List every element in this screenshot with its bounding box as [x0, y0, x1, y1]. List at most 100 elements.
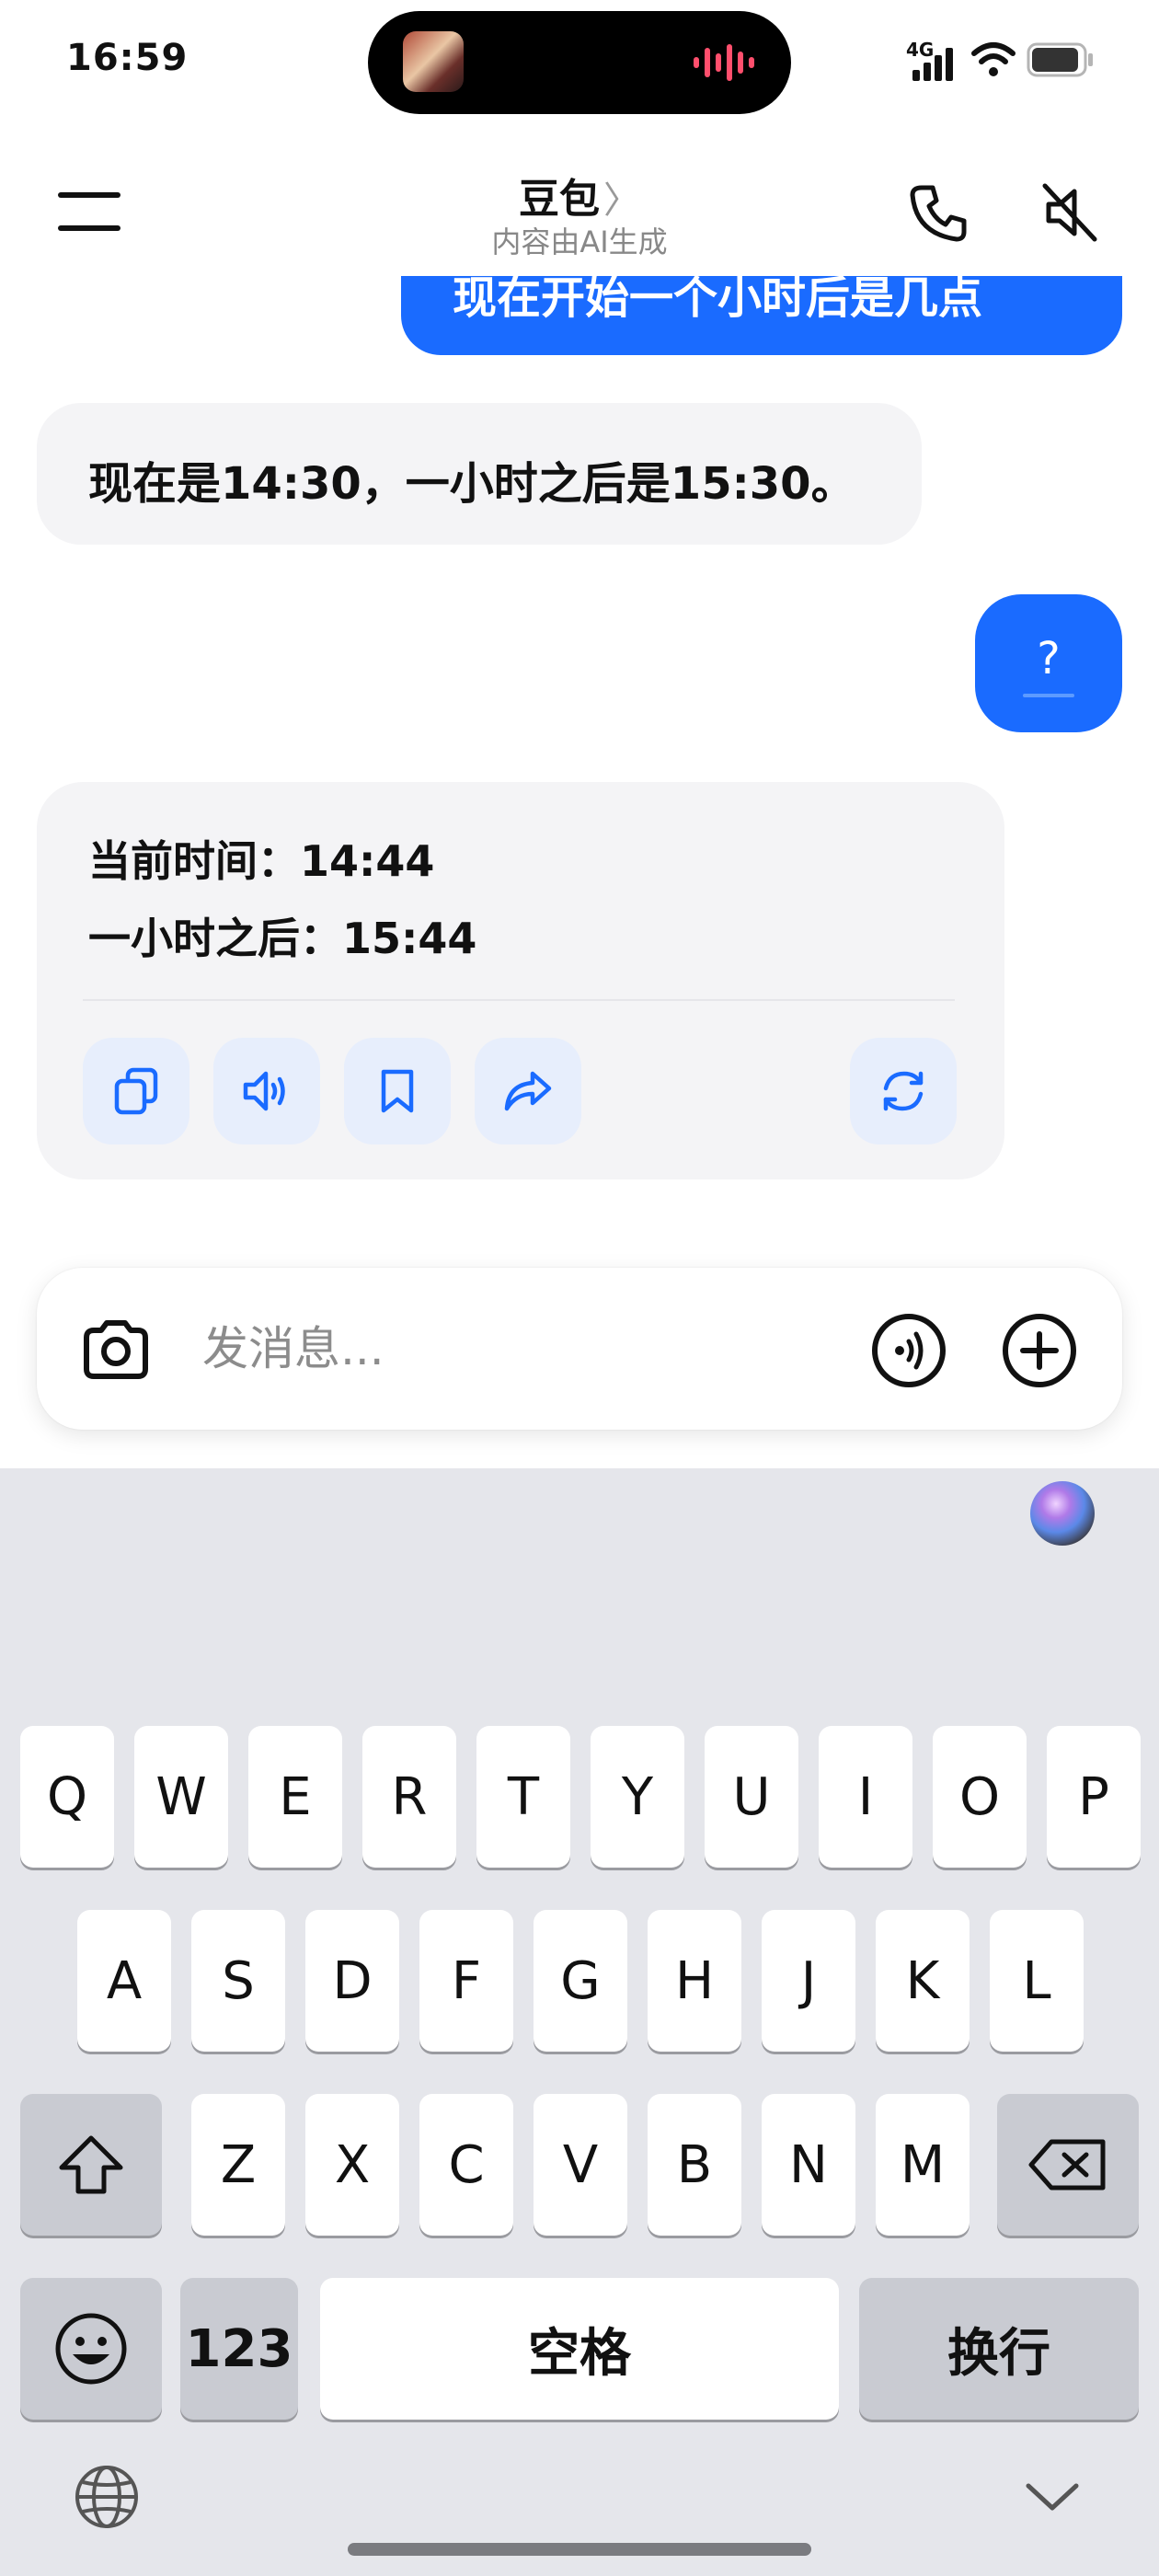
key-a[interactable]: A — [77, 1910, 171, 2052]
music-artwork-icon — [403, 31, 464, 92]
key-label: D — [332, 1950, 373, 2011]
backspace-key[interactable] — [997, 2094, 1139, 2236]
key-label: A — [106, 1950, 143, 2011]
key-u[interactable]: U — [705, 1726, 798, 1868]
shift-key[interactable] — [20, 2094, 162, 2236]
key-label: F — [451, 1950, 482, 2011]
signal-icon — [912, 48, 953, 81]
ai-message-bubble[interactable]: 当前时间：14:44 一小时之后：15:44 — [37, 782, 1004, 1179]
ai-message-bubble[interactable]: 现在是14:30，一小时之后是15:30。 — [37, 403, 922, 545]
key-o[interactable]: O — [933, 1726, 1027, 1868]
user-message-bubble[interactable]: 现在开始一个小时后是几点 — [401, 276, 1122, 355]
dynamic-island[interactable] — [368, 11, 791, 114]
bookmark-button[interactable] — [344, 1038, 451, 1144]
home-indicator[interactable] — [348, 2543, 811, 2556]
key-label: L — [1022, 1950, 1051, 2011]
shift-icon — [59, 2135, 123, 2194]
key-j[interactable]: J — [762, 1910, 855, 2052]
copy-button[interactable] — [83, 1038, 189, 1144]
wifi-icon — [971, 42, 1016, 76]
key-label: O — [958, 1766, 1001, 1827]
chat-title[interactable]: 豆包〉 — [386, 166, 773, 224]
key-label: K — [905, 1950, 940, 2011]
key-l[interactable]: L — [990, 1910, 1084, 2052]
read-aloud-button[interactable] — [213, 1038, 320, 1144]
key-k[interactable]: K — [876, 1910, 970, 2052]
regenerate-icon — [883, 1071, 924, 1111]
key-label: S — [222, 1950, 255, 2011]
key-label: E — [279, 1766, 312, 1827]
key-z[interactable]: Z — [191, 2094, 285, 2236]
key-q[interactable]: Q — [20, 1726, 114, 1868]
key-label: Q — [46, 1766, 88, 1827]
user-message-text: 现在开始一个小时后是几点 — [453, 276, 983, 324]
key-t[interactable]: T — [476, 1726, 570, 1868]
ai-message-text: 现在是14:30，一小时之后是15:30。 — [88, 458, 855, 510]
plus-icon[interactable] — [1001, 1312, 1078, 1389]
key-label: N — [789, 2134, 828, 2195]
emoji-key[interactable] — [20, 2278, 162, 2420]
key-label: Z — [220, 2134, 257, 2195]
message-input[interactable] — [202, 1312, 865, 1386]
page-title: 豆包 — [519, 176, 600, 223]
backspace-icon — [1028, 2139, 1106, 2191]
siri-icon[interactable] — [1030, 1481, 1095, 1546]
key-w[interactable]: W — [134, 1726, 228, 1868]
key-x[interactable]: X — [305, 2094, 399, 2236]
phone-icon[interactable] — [907, 180, 971, 245]
key-label: J — [800, 1950, 817, 2011]
key-label: U — [732, 1766, 771, 1827]
key-f[interactable]: F — [419, 1910, 513, 2052]
bookmark-icon — [381, 1069, 414, 1113]
key-r[interactable]: R — [362, 1726, 456, 1868]
key-label: Y — [621, 1766, 654, 1827]
chevron-right-icon: 〉 — [603, 179, 640, 222]
user-message-bubble[interactable]: ? — [975, 594, 1122, 732]
key-label: R — [391, 1766, 428, 1827]
text-underline — [1023, 694, 1074, 697]
key-c[interactable]: C — [419, 2094, 513, 2236]
speaker-icon — [243, 1071, 285, 1111]
key-i[interactable]: I — [819, 1726, 912, 1868]
share-button[interactable] — [475, 1038, 581, 1144]
status-time: 16:59 — [66, 37, 189, 79]
copy-icon — [114, 1067, 158, 1115]
key-g[interactable]: G — [534, 1910, 627, 2052]
camera-icon[interactable] — [79, 1314, 153, 1387]
numbers-key[interactable]: 123 — [180, 2278, 298, 2420]
ai-message-line: 一小时之后：15:44 — [88, 914, 477, 963]
key-label: G — [560, 1950, 601, 2011]
regenerate-button[interactable] — [850, 1038, 957, 1144]
speaker-mute-icon[interactable] — [1038, 180, 1102, 245]
key-s[interactable]: S — [191, 1910, 285, 2052]
globe-icon[interactable] — [72, 2462, 142, 2532]
key-label: M — [900, 2134, 946, 2195]
key-m[interactable]: M — [876, 2094, 970, 2236]
key-label: I — [857, 1766, 874, 1827]
user-message-text: ? — [1037, 633, 1061, 684]
ai-message-line: 当前时间：14:44 — [88, 836, 435, 886]
key-v[interactable]: V — [534, 2094, 627, 2236]
divider — [83, 999, 955, 1001]
return-key[interactable]: 换行 — [859, 2278, 1139, 2420]
keyboard-dismiss-icon[interactable] — [1023, 2475, 1082, 2519]
key-label: P — [1078, 1766, 1109, 1827]
key-p[interactable]: P — [1047, 1726, 1141, 1868]
key-d[interactable]: D — [305, 1910, 399, 2052]
audio-wave-icon — [694, 44, 754, 81]
key-b[interactable]: B — [648, 2094, 741, 2236]
key-h[interactable]: H — [648, 1910, 741, 2052]
key-label: H — [674, 1950, 715, 2011]
voice-call-icon[interactable] — [870, 1312, 947, 1389]
key-label: V — [562, 2134, 599, 2195]
space-key[interactable]: 空格 — [320, 2278, 839, 2420]
space-key-label: 空格 — [528, 2323, 631, 2384]
key-label: W — [155, 1766, 207, 1827]
return-key-label: 换行 — [947, 2323, 1050, 2384]
emoji-icon — [55, 2313, 127, 2385]
key-e[interactable]: E — [248, 1726, 342, 1868]
share-icon — [504, 1071, 552, 1111]
key-n[interactable]: N — [762, 2094, 855, 2236]
key-y[interactable]: Y — [591, 1726, 684, 1868]
menu-icon[interactable] — [57, 188, 121, 236]
